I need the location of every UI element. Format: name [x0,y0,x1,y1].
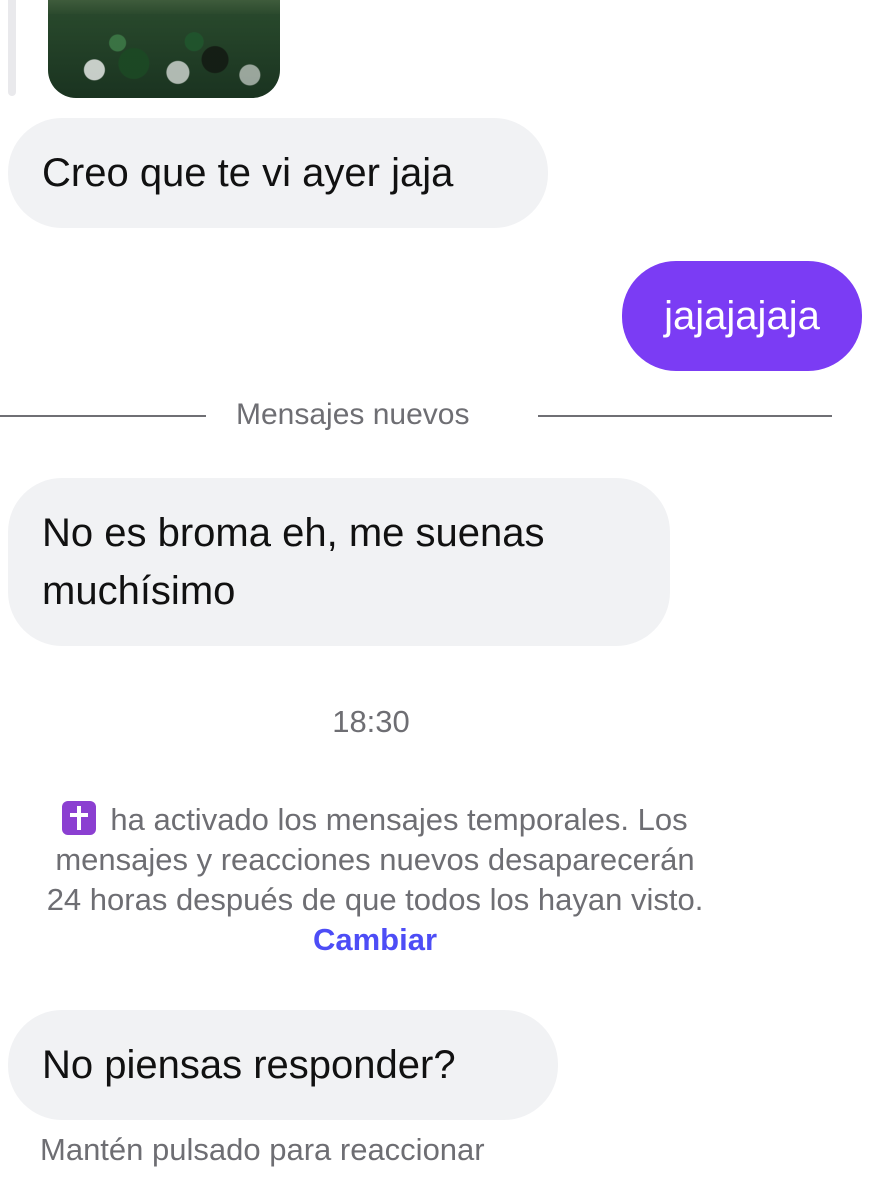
change-settings-link[interactable]: Cambiar [0,920,770,960]
message-bubble-incoming[interactable]: No es broma eh, me suenas muchísimo [8,478,670,646]
message-text: Creo que te vi ayer jaja [42,151,454,195]
new-messages-divider: Mensajes nuevos [0,390,884,440]
reaction-hint: Mantén pulsado para reaccionar [40,1132,485,1167]
reply-indicator-bar [8,0,16,96]
latin-cross-emoji-icon [62,801,97,835]
message-text: No es broma eh, me suenas muchísimo [42,511,545,613]
message-bubble-outgoing[interactable]: jajajajaja [622,261,862,371]
shared-photo-preview[interactable] [48,0,280,98]
message-timestamp: 18:30 [332,704,410,739]
notice-text-2: mensajes y reacciones nuevos desaparecer… [55,842,695,877]
temporary-messages-notice: ha activado los mensajes temporales. Los… [0,800,770,960]
message-bubble-incoming[interactable]: No piensas responder? [8,1010,558,1120]
divider-line-left [0,415,206,417]
new-messages-label: Mensajes nuevos [236,398,470,431]
notice-text-3: 24 horas después de que todos los hayan … [46,882,704,917]
message-bubble-incoming[interactable]: Creo que te vi ayer jaja [8,118,548,228]
notice-text-1: ha activado los mensajes temporales. Los [110,802,688,837]
divider-line-right [538,415,832,417]
message-text: jajajajaja [664,294,820,338]
message-text: No piensas responder? [42,1043,456,1087]
notice-line-1: ha activado los mensajes temporales. Los [0,800,770,840]
